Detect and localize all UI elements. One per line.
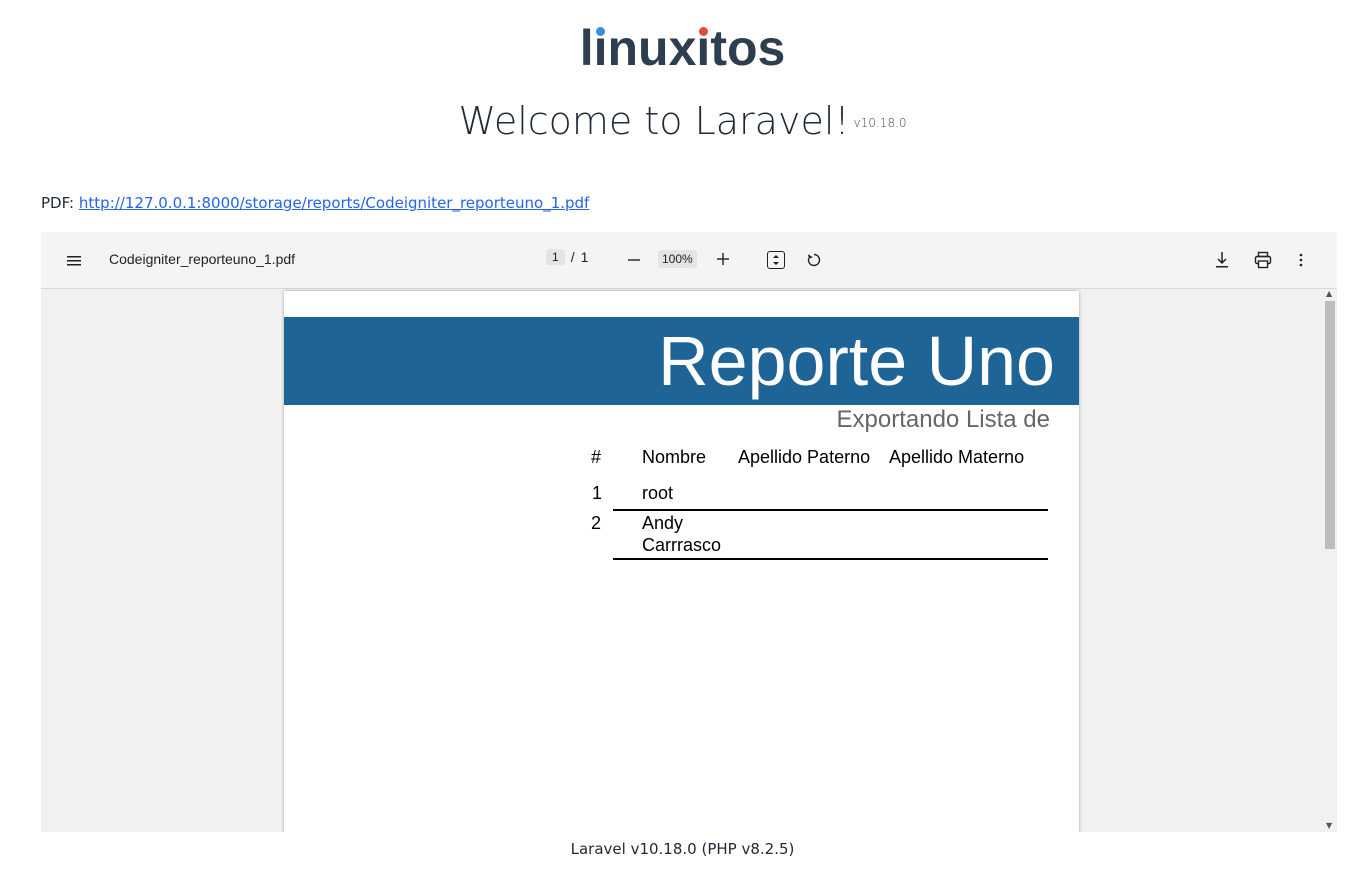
minus-icon[interactable]	[624, 249, 644, 271]
menu-icon[interactable]	[63, 250, 85, 272]
total-pages: 1	[580, 249, 589, 265]
logo-i-blue: i	[594, 20, 608, 76]
pdf-link[interactable]: http://127.0.0.1:8000/storage/reports/Co…	[79, 194, 589, 212]
logo-part-nux: nux	[607, 20, 697, 76]
scroll-down-arrow-icon[interactable]: ▼	[1326, 821, 1332, 830]
logo-dot-blue	[596, 27, 606, 36]
report-title: Reporte Uno	[658, 322, 1055, 400]
page-control: 1 / 1	[546, 249, 588, 265]
report-subtitle: Exportando Lista de	[836, 406, 1050, 433]
pdf-page: Reporte Uno Exportando Lista de # Nombre…	[284, 291, 1079, 832]
logo-part-tos: tos	[710, 20, 786, 76]
fit-page-icon[interactable]	[767, 251, 785, 269]
report-banner: Reporte Uno	[284, 317, 1079, 405]
file-name: Codeigniter_reporteuno_1.pdf	[109, 251, 296, 267]
scrollbar-thumb[interactable]	[1325, 301, 1335, 549]
logo-part-l: l	[579, 20, 594, 76]
row-divider	[613, 558, 1048, 560]
row-1-num: 1	[592, 483, 603, 503]
document-scroll-area[interactable]: Reporte Uno Exportando Lista de # Nombre…	[41, 289, 1337, 832]
table-header-nombre: Nombre	[642, 447, 707, 467]
download-icon[interactable]	[1211, 249, 1233, 271]
footer-version: Laravel v10.18.0 (PHP v8.2.5)	[570, 840, 795, 858]
welcome-title: Welcome to Laravel!	[458, 99, 850, 143]
plus-icon[interactable]	[713, 248, 733, 270]
row-2-num: 2	[591, 513, 602, 533]
table-header-paterno: Apellido Paterno	[738, 447, 871, 467]
row-1-nombre: root	[642, 483, 674, 503]
welcome-heading: Welcome to Laravel! v10.18.0	[0, 96, 1365, 146]
more-vert-icon[interactable]	[1293, 249, 1309, 271]
row-2-nombre-line2: Carrrasco	[642, 535, 722, 555]
vertical-scrollbar[interactable]: ▲ ▼	[1323, 289, 1337, 832]
table-header-num: #	[591, 447, 602, 467]
row-divider	[613, 509, 1048, 511]
pdf-viewer: Codeigniter_reporteuno_1.pdf 1 / 1 100%	[41, 232, 1337, 832]
print-icon[interactable]	[1251, 249, 1275, 271]
pdf-link-line: PDF: http://127.0.0.1:8000/storage/repor…	[41, 194, 589, 212]
linuxitos-logo: li nuxi tos	[0, 20, 1365, 76]
page-separator: /	[570, 249, 575, 265]
logo-i-red: i	[696, 20, 710, 76]
pdf-label: PDF:	[41, 194, 75, 212]
version-badge: v10.18.0	[853, 116, 907, 130]
rotate-icon[interactable]	[804, 249, 824, 271]
table-header-materno: Apellido Materno	[889, 447, 1025, 467]
pdf-toolbar: Codeigniter_reporteuno_1.pdf 1 / 1 100%	[41, 232, 1337, 289]
scroll-up-arrow-icon[interactable]: ▲	[1326, 289, 1332, 298]
current-page-input[interactable]: 1	[546, 249, 565, 265]
zoom-input[interactable]: 100%	[658, 250, 697, 268]
row-2-nombre: Andy	[642, 513, 684, 533]
logo-dot-red	[698, 27, 708, 36]
